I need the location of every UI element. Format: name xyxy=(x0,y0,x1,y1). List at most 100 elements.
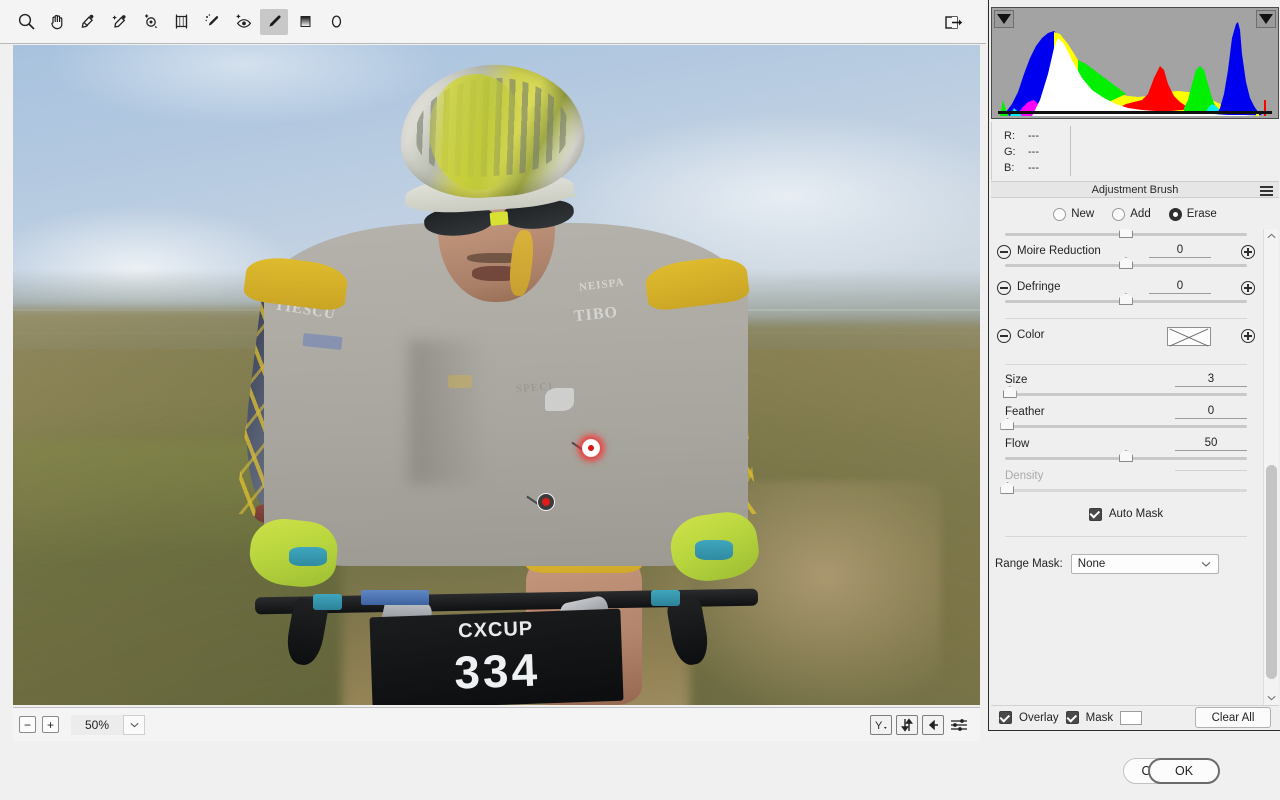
graduated-filter-tool[interactable] xyxy=(291,9,319,35)
apply-before-button[interactable] xyxy=(922,715,944,735)
zoom-tool[interactable] xyxy=(12,9,40,35)
brush-mode-new[interactable]: New xyxy=(1053,208,1094,221)
slider-track[interactable] xyxy=(1005,393,1247,396)
slider-track[interactable] xyxy=(1005,264,1247,267)
zoom-level-value[interactable]: 50% xyxy=(71,715,123,735)
slider-value[interactable]: 0 xyxy=(1149,244,1211,258)
image-preview-canvas[interactable]: RSEIDE TIESCU NEISPA TIBO SPECI xyxy=(13,45,980,705)
slider-knob[interactable] xyxy=(1119,229,1133,238)
scroll-up-arrow[interactable] xyxy=(1264,229,1279,243)
y-channel-icon: Y xyxy=(873,718,889,732)
panel-scrollbar[interactable] xyxy=(1263,229,1278,705)
hand-tool[interactable] xyxy=(43,9,71,35)
photo-cyclist: RSEIDE TIESCU NEISPA TIBO SPECI xyxy=(13,45,980,705)
chevron-down-icon xyxy=(130,722,139,728)
slider-flow: Flow 50 xyxy=(991,435,1261,467)
dialog-footer: Cancel OK xyxy=(0,741,1280,800)
increase-color-button[interactable] xyxy=(1241,329,1255,343)
zoom-in-button[interactable]: + xyxy=(42,716,59,733)
chevron-down-icon xyxy=(1201,561,1211,568)
brush-mode-add-label: Add xyxy=(1130,208,1150,220)
panel-menu-icon[interactable] xyxy=(1260,186,1273,198)
color-sampler-tool[interactable] xyxy=(105,9,133,35)
range-mask-select[interactable]: None xyxy=(1071,554,1219,574)
channel-value-g: --- xyxy=(1028,146,1039,158)
slider-label: Feather xyxy=(1005,406,1045,418)
overlay-label: Overlay xyxy=(1019,712,1059,724)
zoom-out-button[interactable]: − xyxy=(19,716,36,733)
zoom-level-dropdown[interactable] xyxy=(123,715,145,735)
ok-button[interactable]: OK xyxy=(1148,758,1220,784)
slider-label: Density xyxy=(1005,470,1043,482)
radio-indicator xyxy=(1112,208,1125,221)
overlay-checkbox[interactable] xyxy=(999,711,1012,724)
shadow-clipping-warning-icon[interactable] xyxy=(994,10,1014,28)
highlight-clipping-warning-icon[interactable] xyxy=(1256,10,1276,28)
slider-knob[interactable] xyxy=(1119,293,1133,305)
mask-checkbox[interactable] xyxy=(1066,711,1079,724)
scroll-down-arrow[interactable] xyxy=(1264,691,1279,705)
brush-pin[interactable] xyxy=(582,439,600,457)
brush-pin-selected[interactable] xyxy=(537,493,555,511)
overlay-mask-bar: Overlay Mask Clear All xyxy=(991,705,1279,729)
preview-preferences-button[interactable] xyxy=(948,715,970,735)
decrease-moire-button[interactable] xyxy=(997,245,1011,259)
histogram-baseline xyxy=(998,111,1272,114)
slider-value[interactable]: 0 xyxy=(1175,405,1247,419)
jersey-logo xyxy=(545,388,574,411)
slider-knob[interactable] xyxy=(1000,418,1014,430)
slider-track[interactable] xyxy=(1005,425,1247,428)
readout-divider xyxy=(1070,126,1071,176)
slider-track[interactable] xyxy=(1005,233,1247,236)
adjustment-brush-tool[interactable] xyxy=(260,9,288,35)
mask-color-swatch[interactable] xyxy=(1120,711,1142,725)
histogram[interactable] xyxy=(991,7,1279,119)
toggle-before-after-button[interactable] xyxy=(896,715,918,735)
targeted-adjustment-tool[interactable] xyxy=(136,9,164,35)
increase-moire-button[interactable] xyxy=(1241,245,1255,259)
white-balance-tool[interactable] xyxy=(74,9,102,35)
decrease-defringe-button[interactable] xyxy=(997,281,1011,295)
jersey-shading xyxy=(409,340,486,484)
clear-all-button[interactable]: Clear All xyxy=(1195,707,1271,728)
readout-row-b: B: --- xyxy=(1004,162,1039,174)
brush-pin-dot[interactable] xyxy=(582,439,600,457)
brush-mode-add[interactable]: Add xyxy=(1112,208,1150,221)
camera-raw-window: RSEIDE TIESCU NEISPA TIBO SPECI xyxy=(0,0,1280,800)
slider-knob[interactable] xyxy=(1119,450,1133,462)
scrollbar-thumb[interactable] xyxy=(1266,465,1277,679)
readout-row-r: R: --- xyxy=(1004,130,1039,142)
red-eye-tool[interactable] xyxy=(229,9,257,35)
glove-cuff-left xyxy=(289,547,328,567)
open-preferences-button[interactable] xyxy=(939,9,967,35)
partial-slider-row xyxy=(991,229,1261,239)
radio-indicator xyxy=(1053,208,1066,221)
crop-tool[interactable] xyxy=(167,9,195,35)
brush-pin-dot[interactable] xyxy=(537,493,555,511)
increase-defringe-button[interactable] xyxy=(1241,281,1255,295)
svg-text:Y: Y xyxy=(875,720,883,732)
race-number-plate: CXCUP 334 xyxy=(369,608,623,705)
slider-density: Density xyxy=(991,467,1261,499)
decrease-color-button[interactable] xyxy=(997,329,1011,343)
slider-label: Flow xyxy=(1005,438,1029,450)
spot-removal-tool[interactable] xyxy=(198,9,226,35)
slider-value[interactable]: 0 xyxy=(1149,280,1211,294)
left-arrow-icon xyxy=(925,718,941,732)
brush-mode-erase[interactable]: Erase xyxy=(1169,208,1217,221)
slider-knob[interactable] xyxy=(1003,386,1017,398)
channel-value-r: --- xyxy=(1028,130,1039,142)
channel-label-b: B: xyxy=(1004,162,1014,174)
slider-feather: Feather 0 xyxy=(991,403,1261,435)
histogram-graph xyxy=(992,8,1278,118)
auto-mask-checkbox[interactable] xyxy=(1089,508,1102,521)
slider-value[interactable]: 3 xyxy=(1175,373,1247,387)
radial-filter-tool[interactable] xyxy=(322,9,350,35)
slider-track[interactable] xyxy=(1005,300,1247,303)
color-swatch-empty[interactable] xyxy=(1167,327,1211,346)
slider-track[interactable] xyxy=(1005,457,1247,460)
mask-label: Mask xyxy=(1086,712,1113,724)
slider-value[interactable]: 50 xyxy=(1175,437,1247,451)
color-space-button[interactable]: Y xyxy=(870,715,892,735)
slider-knob[interactable] xyxy=(1119,257,1133,269)
